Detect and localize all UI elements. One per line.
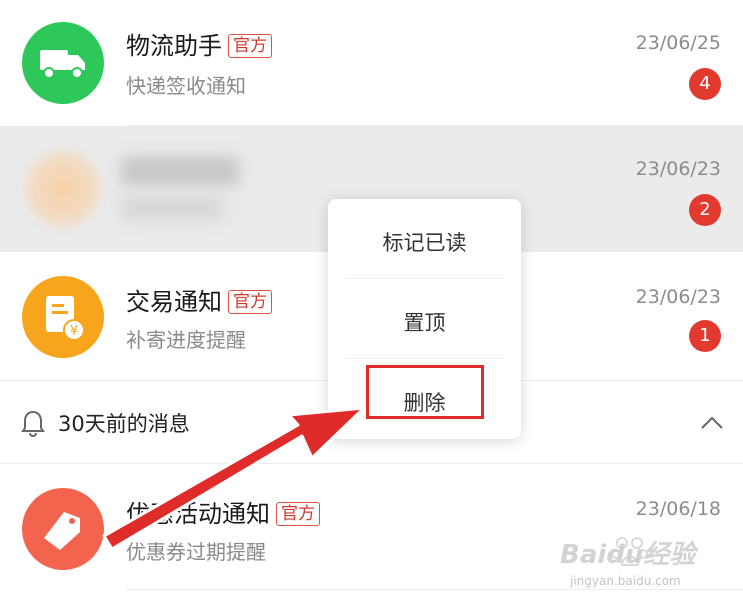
unread-badge: 2 (689, 194, 721, 226)
message-subtitle: 补寄进度提醒 (126, 328, 246, 352)
blurred-avatar (22, 148, 104, 230)
message-title: 交易通知 官方 (126, 282, 272, 317)
official-tag: 官方 (228, 34, 272, 58)
unread-badge: 4 (689, 68, 721, 100)
menu-divider (346, 278, 503, 279)
message-date: 23/06/23 (635, 286, 721, 308)
message-date: 23/06/23 (635, 158, 721, 180)
truck-icon (22, 22, 104, 104)
chevron-up-icon[interactable] (700, 415, 724, 431)
message-date: 23/06/18 (635, 498, 721, 520)
blurred-subtitle (120, 196, 225, 220)
menu-divider (346, 358, 503, 359)
watermark-brand: Baidu经验 (560, 540, 696, 570)
bell-icon (20, 409, 46, 437)
message-title: 物流助手 官方 (126, 26, 272, 61)
watermark-url: jingyan.baidu.com (570, 574, 681, 588)
unread-badge: 1 (689, 320, 721, 352)
message-row-logistics[interactable]: 物流助手 官方 快递签收通知 23/06/25 4 (0, 0, 743, 126)
menu-item-pin[interactable]: 置顶 (328, 307, 521, 337)
message-date: 23/06/25 (635, 32, 721, 54)
section-label: 30天前的消息 (58, 412, 190, 436)
message-title: 优惠活动通知 官方 (126, 494, 320, 529)
official-tag: 官方 (276, 502, 320, 526)
menu-item-mark-read[interactable]: 标记已读 (328, 227, 521, 257)
delete-highlight-box (366, 365, 484, 419)
coupon-tag-icon (22, 488, 104, 570)
message-subtitle: 优惠券过期提醒 (126, 540, 266, 564)
message-subtitle: 快递签收通知 (126, 74, 246, 98)
receipt-yen-icon: ¥ (22, 276, 104, 358)
blurred-title (120, 156, 240, 186)
watermark: Baidu经验 jingyan.baidu.com (560, 528, 735, 600)
official-tag: 官方 (228, 290, 272, 314)
svg-text:¥: ¥ (70, 324, 78, 339)
